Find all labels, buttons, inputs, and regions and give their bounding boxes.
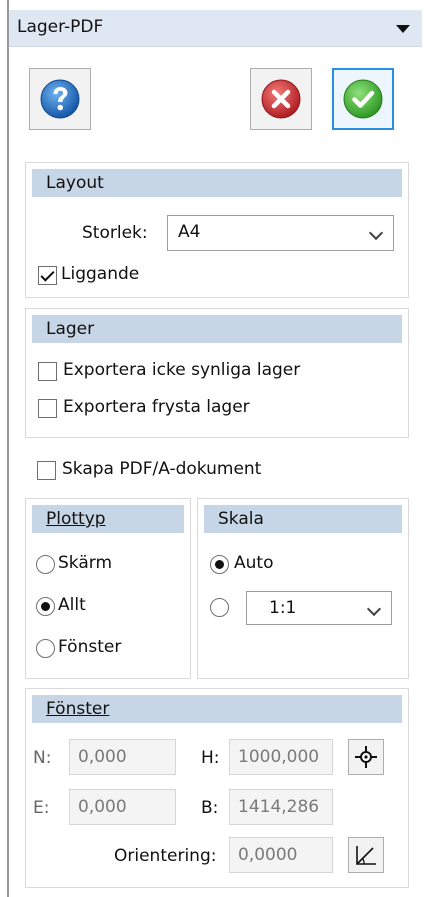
plottyp-radio-fonster[interactable] [36, 639, 55, 658]
pick-angle-button[interactable] [348, 837, 384, 873]
plottyp-radio-allt[interactable] [36, 597, 55, 616]
skala-radio-auto[interactable] [210, 555, 229, 574]
skala-header-label: Skala [218, 509, 264, 529]
orientation-field[interactable]: 0,0000 [229, 837, 333, 873]
skala-group: Skala Auto 1:1 [197, 498, 409, 679]
cancel-icon [261, 79, 301, 119]
n-label: N: [33, 748, 52, 768]
skala-label-auto[interactable]: Auto [234, 553, 273, 573]
layout-header-label: Layout [46, 173, 104, 193]
h-field-value: 1000,000 [238, 747, 320, 767]
plottyp-group-header: Plottyp [32, 505, 184, 533]
orientation-label: Orientering: [114, 846, 217, 866]
pdfa-checkbox[interactable] [37, 461, 56, 480]
layout-group-header: Layout [32, 169, 402, 197]
b-label: B: [201, 798, 219, 818]
export-frozen-label[interactable]: Exportera frysta lager [63, 397, 250, 417]
orientation-field-value: 0,0000 [238, 845, 298, 865]
ok-button[interactable] [332, 68, 394, 130]
pick-window-button[interactable] [348, 739, 384, 775]
ok-check-icon [343, 79, 383, 119]
chevron-down-icon [368, 225, 384, 241]
plottyp-label-allt[interactable]: Allt [58, 595, 86, 615]
export-frozen-checkbox[interactable] [38, 399, 57, 418]
e-field-value: 0,000 [78, 797, 127, 817]
export-hidden-label[interactable]: Exportera icke synliga lager [63, 360, 300, 380]
fonster-header-label: Fönster [46, 699, 110, 719]
lager-group-header: Lager [32, 315, 402, 343]
plottyp-label-skarm[interactable]: Skärm [58, 553, 112, 573]
landscape-checkbox[interactable] [38, 266, 57, 285]
scale-select-value: 1:1 [269, 598, 297, 618]
lager-header-label: Lager [46, 319, 95, 339]
skala-group-header: Skala [204, 505, 402, 533]
plottyp-radio-skarm[interactable] [36, 555, 55, 574]
plottyp-label-fonster[interactable]: Fönster [58, 637, 121, 657]
h-label: H: [201, 748, 220, 768]
lager-group: Lager Exportera icke synliga lager Expor… [25, 308, 409, 438]
b-field[interactable]: 1414,286 [229, 789, 333, 825]
landscape-label[interactable]: Liggande [61, 264, 139, 284]
layout-group: Layout Storlek: A4 Liggande [25, 162, 409, 298]
chevron-down-icon[interactable] [396, 25, 410, 33]
scale-select[interactable]: 1:1 [246, 591, 392, 625]
n-field[interactable]: 0,000 [69, 739, 176, 775]
cancel-button[interactable] [250, 68, 312, 130]
lager-pdf-panel: Lager-PDF Layout Storlek: A4 Liggande La… [9, 0, 430, 897]
plottyp-group: Plottyp Skärm Allt Fönster [25, 498, 191, 679]
panel-title: Lager-PDF [17, 17, 104, 37]
e-field[interactable]: 0,000 [69, 789, 176, 825]
size-select[interactable]: A4 [167, 215, 394, 251]
help-button[interactable] [29, 68, 91, 130]
size-label: Storlek: [82, 223, 148, 243]
crosshair-icon [355, 746, 377, 768]
help-icon [40, 79, 80, 119]
chevron-down-icon [366, 601, 382, 617]
h-field[interactable]: 1000,000 [229, 739, 333, 775]
n-field-value: 0,000 [78, 747, 127, 767]
export-hidden-checkbox[interactable] [38, 362, 57, 381]
size-select-value: A4 [178, 222, 201, 242]
angle-icon [356, 846, 376, 865]
b-field-value: 1414,286 [238, 797, 320, 817]
plottyp-header-label: Plottyp [46, 509, 106, 529]
fonster-group: Fönster N: 0,000 H: 1000,000 E: 0,000 B:… [25, 688, 409, 888]
pdfa-label[interactable]: Skapa PDF/A-dokument [62, 459, 261, 479]
e-label: E: [33, 798, 50, 818]
panel-titlebar[interactable]: Lager-PDF [9, 10, 422, 47]
fonster-group-header: Fönster [32, 695, 402, 723]
skala-radio-custom[interactable] [210, 598, 229, 617]
